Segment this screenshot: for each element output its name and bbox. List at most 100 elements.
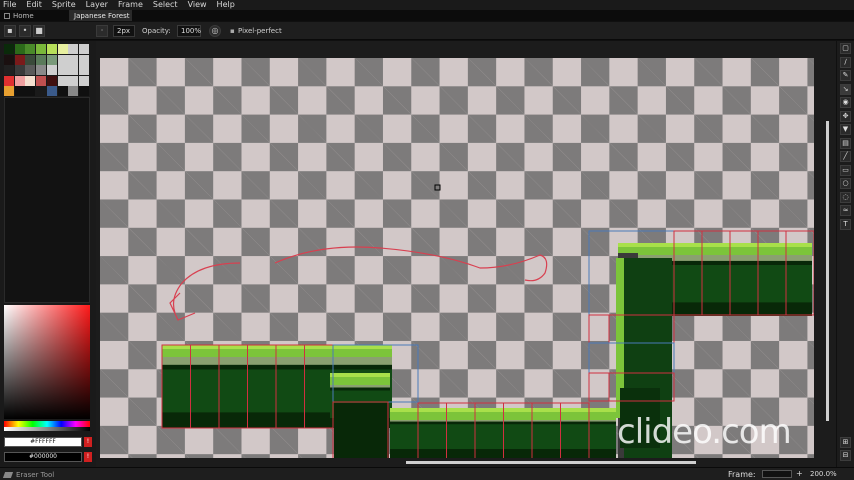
tab-sprite[interactable]: Japanese Forest bbox=[70, 10, 132, 21]
menu-file[interactable]: File bbox=[0, 0, 21, 10]
pixel-perfect-label: Pixel-perfect bbox=[238, 27, 282, 35]
palette-swatch[interactable] bbox=[68, 54, 79, 65]
palette-swatch[interactable] bbox=[78, 54, 89, 65]
move-icon[interactable]: ✥ bbox=[840, 110, 851, 122]
palette-swatch[interactable] bbox=[25, 44, 36, 54]
palette-swatch[interactable] bbox=[14, 86, 25, 96]
palette-swatch[interactable] bbox=[46, 75, 57, 86]
menu-bar: File Edit Sprite Layer Frame Select View… bbox=[0, 0, 854, 10]
palette-swatch[interactable] bbox=[68, 75, 79, 86]
status-tool: Eraser Tool bbox=[2, 470, 54, 479]
palette-swatch[interactable] bbox=[25, 65, 36, 75]
pixel-perfect-checkbox[interactable]: ▪ bbox=[230, 25, 235, 37]
ground-left-highlight bbox=[162, 345, 392, 349]
alpha-slider[interactable] bbox=[4, 427, 90, 431]
frame-next-icon[interactable]: ⊟ bbox=[840, 450, 851, 461]
zoom-level[interactable]: 200.0% bbox=[810, 469, 837, 480]
ellipse-icon[interactable]: ○ bbox=[840, 178, 851, 189]
palette-swatch[interactable] bbox=[78, 86, 89, 96]
brush-preview-icon[interactable]: · bbox=[96, 25, 108, 37]
palette-swatch[interactable] bbox=[4, 54, 14, 65]
menu-sprite[interactable]: Sprite bbox=[47, 0, 81, 10]
palette-swatch[interactable] bbox=[68, 65, 79, 75]
blur-icon[interactable]: ≈ bbox=[840, 205, 851, 216]
palette-swatch[interactable] bbox=[36, 54, 47, 65]
frame-label: Frame: bbox=[728, 470, 756, 479]
pencil-icon[interactable]: ✎ bbox=[840, 70, 851, 81]
palette-swatch[interactable] bbox=[14, 75, 25, 86]
palette-swatch[interactable] bbox=[78, 44, 89, 54]
cliff-top-highlight bbox=[618, 243, 812, 247]
palette-swatch[interactable] bbox=[4, 86, 14, 96]
palette-swatch[interactable] bbox=[46, 54, 57, 65]
vertical-scrollbar[interactable] bbox=[826, 121, 829, 421]
palette-swatch[interactable] bbox=[57, 75, 68, 86]
brush-square-button[interactable]: ■ bbox=[33, 25, 45, 37]
menu-layer[interactable]: Layer bbox=[81, 0, 113, 10]
palette-swatch[interactable] bbox=[25, 75, 36, 86]
tab-home[interactable]: Home bbox=[0, 10, 70, 21]
opacity-input[interactable]: 100% bbox=[177, 25, 201, 37]
palette-swatch[interactable] bbox=[36, 86, 47, 96]
text-icon[interactable]: T bbox=[840, 218, 851, 230]
frame-prev-icon[interactable]: ⊞ bbox=[840, 437, 851, 448]
home-icon bbox=[4, 12, 10, 19]
palette-swatch[interactable] bbox=[78, 75, 89, 86]
brush-size-input[interactable]: 2px bbox=[113, 25, 135, 37]
ground-slope-highlight bbox=[330, 373, 390, 377]
marquee-icon[interactable]: ▢ bbox=[840, 43, 851, 54]
palette-swatch[interactable] bbox=[57, 54, 68, 65]
bg-warning-icon[interactable]: ! bbox=[84, 452, 92, 462]
palette-swatch[interactable] bbox=[25, 86, 36, 96]
brush-circle-button[interactable]: • bbox=[19, 25, 31, 37]
add-frame-icon[interactable]: + bbox=[796, 469, 803, 478]
menu-frame[interactable]: Frame bbox=[113, 0, 148, 10]
tab-bar: Home Japanese Forest bbox=[0, 10, 854, 21]
palette-swatch[interactable] bbox=[4, 65, 14, 75]
palette-swatch[interactable] bbox=[4, 75, 14, 86]
fg-warning-icon[interactable]: ! bbox=[84, 437, 92, 447]
line-icon[interactable]: ╱ bbox=[840, 151, 851, 162]
gradient-icon[interactable]: ▤ bbox=[840, 137, 851, 149]
palette-swatch[interactable] bbox=[57, 65, 68, 75]
menu-edit[interactable]: Edit bbox=[21, 0, 47, 10]
zoom-icon[interactable]: ◉ bbox=[840, 97, 851, 108]
frame-input[interactable] bbox=[762, 470, 792, 478]
brush-type-button[interactable]: ▪ bbox=[4, 25, 16, 37]
foreground-color[interactable]: #FFFFFF bbox=[4, 437, 82, 447]
rectangle-icon[interactable]: ▭ bbox=[840, 164, 851, 176]
palette-swatch[interactable] bbox=[36, 44, 47, 54]
background-color[interactable]: #000000 bbox=[4, 452, 82, 462]
palette-swatch[interactable] bbox=[14, 54, 25, 65]
palette-swatch[interactable] bbox=[46, 86, 57, 96]
tile-outline bbox=[588, 372, 610, 402]
palette-swatch[interactable] bbox=[57, 44, 68, 54]
menu-select[interactable]: Select bbox=[148, 0, 183, 10]
palette-swatch[interactable] bbox=[14, 44, 25, 54]
palette-swatch[interactable] bbox=[57, 86, 68, 96]
palette-swatch[interactable] bbox=[36, 65, 47, 75]
palette-swatch[interactable] bbox=[46, 44, 57, 54]
palette-swatch[interactable] bbox=[36, 75, 47, 86]
palette-swatch[interactable] bbox=[46, 65, 57, 75]
color-picker-square[interactable] bbox=[4, 305, 90, 419]
palette-swatch[interactable] bbox=[68, 86, 79, 96]
lasso-icon[interactable]: ∕ bbox=[840, 56, 851, 68]
palette-swatch[interactable] bbox=[68, 44, 79, 54]
fill-icon[interactable]: ▼ bbox=[840, 124, 851, 135]
sprite-canvas[interactable] bbox=[100, 58, 814, 458]
eraser-icon bbox=[2, 471, 14, 478]
palette-swatch[interactable] bbox=[25, 54, 36, 65]
tab-home-label: Home bbox=[13, 11, 34, 20]
menu-help[interactable]: Help bbox=[212, 0, 240, 10]
palette-swatch[interactable] bbox=[78, 65, 89, 75]
menu-view[interactable]: View bbox=[183, 0, 212, 10]
palette-swatch[interactable] bbox=[4, 44, 14, 54]
ink-icon[interactable]: ◎ bbox=[209, 25, 221, 37]
palette-swatch[interactable] bbox=[14, 65, 25, 75]
eyedropper-icon[interactable]: ↘ bbox=[840, 83, 851, 95]
horizontal-scrollbar[interactable] bbox=[406, 461, 696, 464]
contour-icon[interactable]: ◌ bbox=[840, 191, 851, 203]
tab-sprite-label: Japanese Forest bbox=[74, 11, 130, 20]
eraser-cursor bbox=[434, 184, 441, 191]
